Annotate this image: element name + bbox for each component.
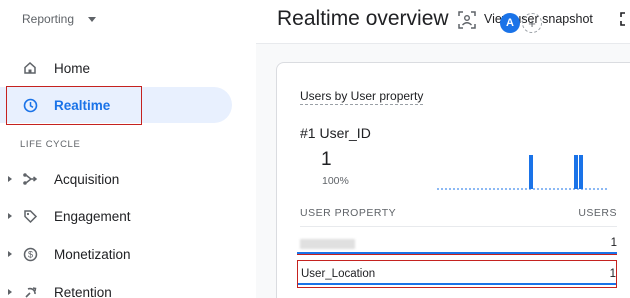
users-by-property-card: Users by User property #1 User_ID 1 100%… [276, 62, 630, 298]
page-title: Realtime overview [277, 7, 449, 30]
column-header-users[interactable]: USERS [578, 207, 617, 219]
property-label: Reporting [22, 12, 75, 26]
sparkline-bar [529, 155, 533, 189]
retention-icon [22, 284, 38, 298]
row-divider [297, 254, 617, 255]
top-property-value: 1 [321, 149, 332, 170]
row-share-bar [298, 283, 616, 285]
sidebar-item-home[interactable]: Home [0, 50, 232, 86]
sidebar-item-acquisition[interactable]: Acquisition [0, 161, 232, 197]
page-header: Realtime overview View user snapshot A + [256, 0, 630, 44]
sidebar-item-label: Engagement [54, 208, 131, 224]
top-property-label: #1 User_ID [300, 125, 371, 141]
sidebar-item-monetization[interactable]: $ Monetization [0, 236, 232, 272]
row-users-value: 1 [610, 237, 617, 249]
sparkline-bar [579, 155, 583, 189]
card-title[interactable]: Users by User property [300, 89, 424, 105]
chevron-right-icon[interactable] [8, 251, 12, 257]
caret-down-icon [88, 16, 97, 22]
sidebar: Reporting Home Realtime LIFE CYCLE Acqui… [0, 0, 256, 298]
tag-icon [22, 208, 38, 224]
sidebar-item-realtime[interactable]: Realtime [0, 86, 232, 125]
chevron-right-icon[interactable] [8, 176, 12, 182]
property-selector[interactable]: Reporting [22, 12, 97, 26]
sparkline-chart [437, 155, 607, 190]
sidebar-item-label: Acquisition [54, 171, 120, 187]
fullscreen-icon[interactable] [620, 12, 630, 26]
row-users-value: 1 [609, 268, 616, 280]
home-icon [22, 60, 38, 76]
chevron-right-icon[interactable] [8, 213, 12, 219]
table-header: USER PROPERTY USERS [300, 207, 617, 227]
sidebar-item-label: Retention [54, 284, 112, 298]
top-property-percent: 100% [322, 175, 349, 187]
sparkline-bar [574, 155, 578, 189]
user-snapshot-icon[interactable] [457, 10, 477, 30]
column-header-property[interactable]: USER PROPERTY [300, 207, 396, 219]
svg-text:$: $ [27, 249, 32, 259]
clock-icon [22, 97, 38, 113]
main-content: Realtime overview View user snapshot A +… [256, 0, 630, 298]
sidebar-item-engagement[interactable]: Engagement [0, 198, 232, 234]
section-label: LIFE CYCLE [20, 139, 81, 150]
add-icon[interactable]: + [522, 13, 542, 33]
redacted-value [300, 239, 355, 249]
sidebar-item-label: Home [54, 60, 91, 76]
row-property-name: User_Location [301, 268, 376, 280]
chevron-right-icon[interactable] [8, 289, 12, 295]
sidebar-item-label: Monetization [54, 246, 131, 262]
table-row[interactable]: User_Location 1 [297, 260, 617, 288]
sidebar-item-label: Realtime [54, 97, 111, 113]
sidebar-item-retention[interactable]: Retention [0, 274, 232, 298]
table-row[interactable]: 1 [297, 230, 617, 256]
acquisition-icon [22, 171, 38, 187]
dollar-icon: $ [22, 246, 38, 262]
avatar[interactable]: A [500, 13, 520, 33]
